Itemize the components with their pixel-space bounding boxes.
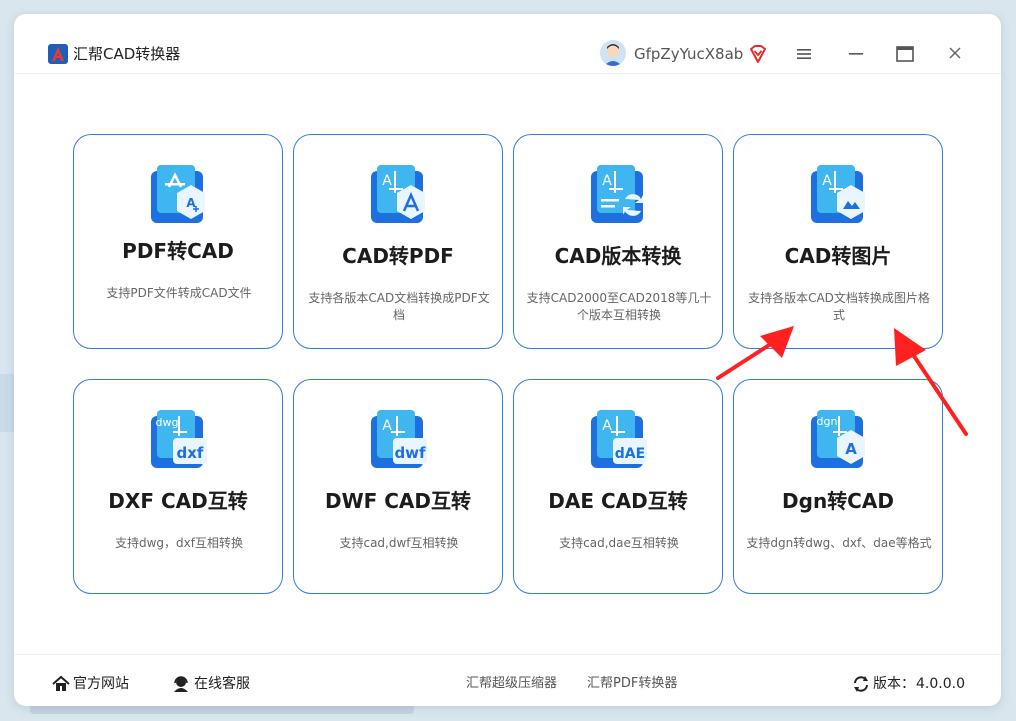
card-dae[interactable]: A dAE DAE CAD互转 支持cad,dae互相转换 xyxy=(513,379,723,594)
card-desc: 支持CAD2000至CAD2018等几十个版本互相转换 xyxy=(526,291,712,322)
app-title: 汇帮CAD转换器 xyxy=(73,45,181,63)
dae-icon: A dAE xyxy=(591,410,647,468)
refresh-icon[interactable] xyxy=(852,675,870,693)
svg-text:dwf: dwf xyxy=(394,444,426,462)
svg-text:A: A xyxy=(382,418,392,434)
online-support-link[interactable]: 在线客服 xyxy=(194,675,250,693)
card-cad-to-image[interactable]: A CAD转图片 支持各版本CAD文档转换成图片格式 xyxy=(733,134,943,349)
pdf-converter-link[interactable]: 汇帮PDF转换器 xyxy=(587,675,677,693)
version-label: 版本： xyxy=(873,676,915,692)
card-desc: 支持各版本CAD文档转换成图片格式 xyxy=(748,291,930,322)
svg-text:dAE: dAE xyxy=(615,446,645,462)
menu-icon[interactable] xyxy=(796,46,812,62)
svg-text:A: A xyxy=(382,173,392,189)
card-desc: 支持dwg，dxf互相转换 xyxy=(115,536,243,550)
svg-text:A: A xyxy=(186,196,196,210)
svg-text:dxf: dxf xyxy=(177,444,204,462)
dgn-icon: dgn A xyxy=(811,410,865,468)
card-desc: 支持cad,dae互相转换 xyxy=(559,536,679,550)
avatar[interactable] xyxy=(600,40,626,66)
footer: 官方网站 在线客服 汇帮超级压缩器 汇帮PDF转换器 版本： 4.0.0.0 xyxy=(14,654,1001,706)
user-avatar-icon xyxy=(600,40,626,66)
card-desc: 支持各版本CAD文档转换成PDF文档 xyxy=(308,291,490,322)
svg-text:A: A xyxy=(822,173,832,189)
card-title: DXF CAD互转 xyxy=(108,489,248,513)
card-cad-to-pdf[interactable]: A CAD转PDF 支持各版本CAD文档转换成PDF文档 xyxy=(293,134,503,349)
svg-text:dwg: dwg xyxy=(156,416,179,429)
cad-version-icon: A xyxy=(591,165,643,223)
card-title: DWF CAD互转 xyxy=(324,489,472,513)
card-title: CAD转图片 xyxy=(784,244,892,268)
svg-text:A: A xyxy=(602,173,612,189)
red-arrow-left-icon xyxy=(716,326,794,380)
card-dwf[interactable]: A dwf DWF CAD互转 支持cad,dwf互相转换 xyxy=(293,379,503,594)
card-desc: 支持PDF文件转成CAD文件 xyxy=(106,286,252,300)
compressor-link[interactable]: 汇帮超级压缩器 xyxy=(466,675,557,693)
app-logo-icon xyxy=(48,44,68,64)
card-title: Dgn转CAD xyxy=(782,489,894,513)
vip-diamond-icon[interactable] xyxy=(748,44,768,64)
card-title: DAE CAD互转 xyxy=(548,489,688,513)
dxf-icon: dwg dxf xyxy=(151,410,207,468)
card-desc: 支持cad,dwf互相转换 xyxy=(339,536,459,550)
customer-service-icon[interactable] xyxy=(172,675,190,693)
card-title: PDF转CAD xyxy=(122,239,234,263)
svg-text:A: A xyxy=(602,418,612,434)
app-window: 汇帮CAD转换器 GfpZyYucX8ab A PDF转CAD 支持PDF文件转… xyxy=(14,14,1001,706)
card-title: CAD版本转换 xyxy=(554,244,682,268)
svg-text:A: A xyxy=(845,440,857,458)
official-website-link[interactable]: 官方网站 xyxy=(73,675,129,693)
close-icon[interactable] xyxy=(948,46,962,60)
card-cad-version[interactable]: A CAD版本转换 支持CAD2000至CAD2018等几十个版本互相转换 xyxy=(513,134,723,349)
card-dxf[interactable]: dwg dxf DXF CAD互转 支持dwg，dxf互相转换 xyxy=(73,379,283,594)
username[interactable]: GfpZyYucX8ab xyxy=(634,44,743,64)
card-pdf-to-cad[interactable]: A PDF转CAD 支持PDF文件转成CAD文件 xyxy=(73,134,283,349)
cad-to-pdf-icon: A xyxy=(371,165,425,223)
red-arrow-right-icon xyxy=(894,328,968,436)
maximize-icon[interactable] xyxy=(896,46,914,62)
version-number: 4.0.0.0 xyxy=(916,676,965,692)
card-desc: 支持dgn转dwg、dxf、dae等格式 xyxy=(746,536,932,550)
card-title: CAD转PDF xyxy=(342,244,454,268)
cad-to-image-icon: A xyxy=(811,165,865,223)
svg-text:dgn: dgn xyxy=(817,415,838,428)
minimize-icon[interactable] xyxy=(848,52,864,56)
home-icon[interactable] xyxy=(52,675,70,693)
title-bar: 汇帮CAD转换器 GfpZyYucX8ab xyxy=(14,14,1001,74)
pdf-to-cad-icon: A xyxy=(151,165,205,223)
dwf-icon: A dwf xyxy=(371,410,427,468)
